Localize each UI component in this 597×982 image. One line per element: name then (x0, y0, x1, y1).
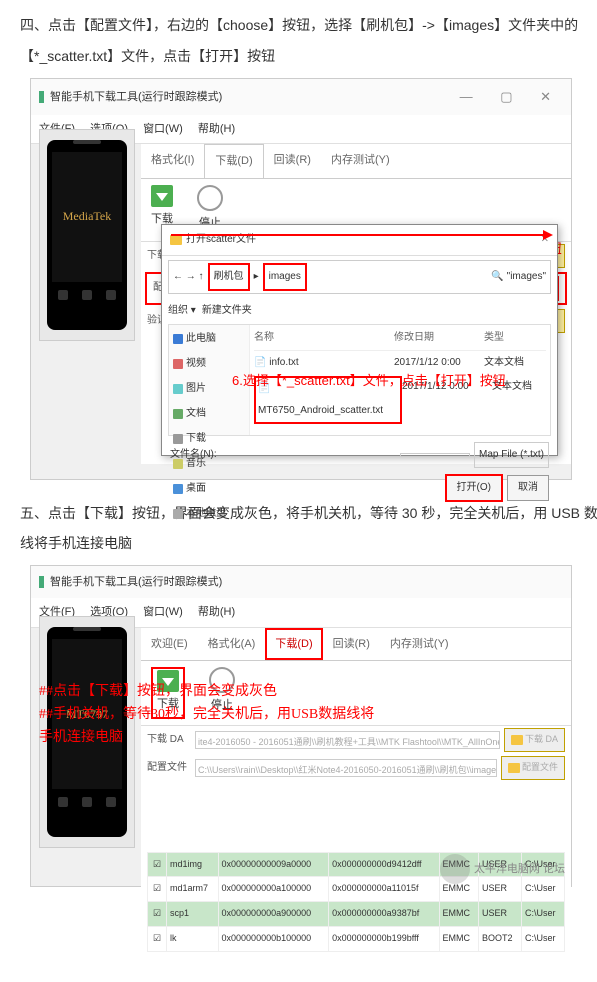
cfg-label: 配置文件 (147, 757, 191, 779)
window-title-bar: 智能手机下载工具(运行时跟踪模式) — ▢ ✕ (31, 79, 571, 116)
dialog-path-bar[interactable]: ← → ↑ 刷机包 ▸ images 🔍 "images" (168, 260, 551, 294)
sidebar-item-thispc: 此电脑 (171, 327, 247, 351)
window-title: 智能手机下载工具(运行时跟踪模式) (50, 570, 222, 594)
da-input: ite4-2016050 - 2016051通刷\\刷机教程+工具\\MTK F… (195, 731, 500, 749)
phone-buttons (47, 290, 127, 300)
window-icon (39, 91, 44, 103)
window-icon (39, 576, 44, 588)
tab-memtest[interactable]: 内存测试(Y) (380, 628, 459, 660)
window-title: 智能手机下载工具(运行时跟踪模式) (50, 85, 222, 109)
watermark: 太平洋电脑网 论坛 (440, 854, 565, 884)
phone-screen: MediaTek (52, 152, 122, 282)
path-search[interactable]: 🔍 "images" (491, 266, 546, 288)
menu-window[interactable]: 窗口(W) (143, 123, 183, 135)
cancel-button[interactable]: 取消 (507, 475, 549, 501)
tabs[interactable]: 格式化(I) 下载(D) 回读(R) 内存测试(Y) (141, 144, 571, 178)
window-title-bar: 智能手机下载工具(运行时跟踪模式) (31, 566, 571, 598)
table-row[interactable]: ☑ lk 0x000000000b100000 0x000000000b199b… (148, 926, 565, 951)
breadcrumb-pkg[interactable]: 刷机包 (208, 263, 250, 291)
sidebar-item-docs: 文档 (171, 402, 247, 426)
cfg-button: 配置文件 (501, 756, 565, 780)
menu-help[interactable]: 帮助(H) (198, 606, 235, 618)
table-row[interactable]: ☑ scp1 0x000000000a900000 0x000000000a93… (148, 902, 565, 927)
file-open-dialog: 打开scatter文件 ✕ ← → ↑ 刷机包 ▸ images 🔍 "imag… (161, 224, 558, 456)
da-label: 下载 DA (147, 729, 191, 751)
cfg-input: C:\\Users\\rain\\Desktop\\红米Note4-201605… (195, 759, 497, 777)
file-list-header: 名称 修改日期 类型 (254, 327, 546, 351)
phone-preview-panel: MediaTek (39, 129, 135, 341)
tab-memtest[interactable]: 内存测试(Y) (321, 144, 400, 177)
sidebar-item-drive: 本地磁盘 (171, 502, 247, 526)
screenshot-1: 智能手机下载工具(运行时跟踪模式) — ▢ ✕ 文件(F) 选项(O) 窗口(W… (30, 78, 572, 480)
main-panel: 欢迎(E) 格式化(A) 下载(D) 回读(R) 内存测试(Y) 下载 停止 下… (141, 628, 571, 982)
filename-label: 文件名(N): (170, 444, 217, 466)
dialog-title: 打开scatter文件 ✕ (162, 225, 557, 256)
screenshot-2: 智能手机下载工具(运行时跟踪模式) 文件(F) 选项(O) 窗口(W) 帮助(H… (30, 565, 572, 887)
folder-icon (170, 235, 182, 245)
annotation-download-grey: ##点击【下载】按钮，界面会变成灰色 (39, 681, 277, 703)
open-button[interactable]: 打开(O) (445, 474, 503, 502)
tab-readback[interactable]: 回读(R) (323, 628, 380, 660)
phone-buttons (47, 797, 127, 807)
phone-speaker (73, 140, 101, 144)
file-row[interactable]: 📄 info.txt 2017/1/12 0:00 文本文档 (254, 351, 546, 375)
arrow-annotation (171, 234, 551, 236)
dialog-toolbar: 组织 ▾ 新建文件夹 (162, 298, 557, 324)
file-filter-select[interactable]: Map File (*.txt) (474, 442, 549, 468)
tab-download[interactable]: 下载(D) (204, 144, 263, 177)
config-row-scatter: 配置文件 C:\\Users\\rain\\Desktop\\红米Note4-2… (141, 754, 571, 782)
tab-download[interactable]: 下载(D) (265, 628, 322, 660)
folder-icon (511, 735, 523, 745)
download-icon (151, 185, 173, 207)
annotation-poweroff: ##手机关机，等待30秒，完全关机后，用USB数据线将 (39, 704, 374, 726)
annotation-select-file: 6.选择【*_scatter.txt】文件，点击【打开】按钮 (232, 373, 506, 390)
window-controls[interactable]: — ▢ ✕ (460, 83, 563, 112)
config-row-da: 下载 DA ite4-2016050 - 2016051通刷\\刷机教程+工具\… (141, 726, 571, 754)
watermark-logo-icon (440, 854, 470, 884)
tabs[interactable]: 欢迎(E) 格式化(A) 下载(D) 回读(R) 内存测试(Y) (141, 628, 571, 661)
step-4-text: 四、点击【配置文件】，右边的【choose】按钮，选择【刷机包】->【image… (20, 10, 597, 72)
breadcrumb-images[interactable]: images (263, 263, 307, 291)
organize-menu[interactable]: 组织 ▾ (168, 300, 196, 322)
phone-speaker (73, 627, 101, 631)
tab-format[interactable]: 格式化(A) (198, 628, 266, 660)
phone-mockup: MediaTek (47, 140, 127, 330)
stop-icon (197, 185, 223, 211)
menu-window[interactable]: 窗口(W) (143, 606, 183, 618)
da-button: 下载 DA (504, 728, 565, 752)
tab-format[interactable]: 格式化(I) (141, 144, 204, 177)
sidebar-item-desktop: 桌面 (171, 477, 247, 501)
back-icon[interactable]: ← → ↑ (173, 266, 204, 288)
new-folder-button[interactable]: 新建文件夹 (202, 300, 252, 322)
menu-help[interactable]: 帮助(H) (198, 123, 235, 135)
watermark-text: 太平洋电脑网 论坛 (474, 857, 565, 881)
annotation-connect: 手机连接电脑 (39, 727, 123, 749)
tab-readback[interactable]: 回读(R) (264, 144, 321, 177)
filename-input[interactable] (400, 453, 470, 457)
folder-icon (508, 763, 520, 773)
tab-welcome[interactable]: 欢迎(E) (141, 628, 198, 660)
